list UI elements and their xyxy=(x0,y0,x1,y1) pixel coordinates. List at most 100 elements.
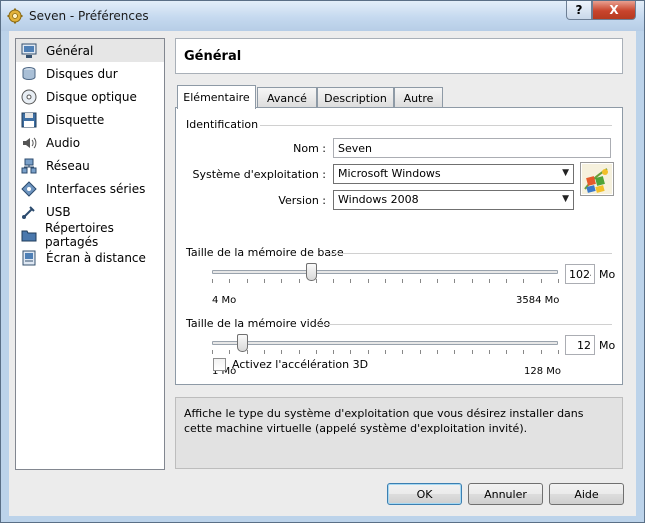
floppy-icon xyxy=(20,111,38,129)
group-divider xyxy=(260,125,612,126)
network-icon xyxy=(20,157,38,175)
sidebar-item-harddisks[interactable]: Disques dur xyxy=(16,62,164,85)
title-bar[interactable]: Seven - Préférences ? X xyxy=(1,1,644,31)
slider-tick xyxy=(315,279,317,283)
identification-group-label: Identification xyxy=(186,118,259,131)
help-button[interactable]: Aide xyxy=(549,483,624,505)
slider-tick xyxy=(523,279,525,283)
sidebar-item-label: Disque optique xyxy=(46,89,137,104)
tab-other[interactable]: Autre xyxy=(394,87,443,108)
slider-tick xyxy=(523,350,525,354)
slider-tick xyxy=(419,350,421,354)
sidebar-item-optical[interactable]: Disque optique xyxy=(16,85,164,108)
page-title: Général xyxy=(175,38,623,74)
version-label: Version : xyxy=(278,194,326,207)
3d-acceleration-checkbox[interactable] xyxy=(213,358,226,371)
slider-tick xyxy=(436,279,438,283)
base-memory-slider-track[interactable] xyxy=(212,270,558,274)
group-divider xyxy=(326,253,612,254)
video-memory-label: Taille de la mémoire vidéo xyxy=(186,317,331,330)
3d-acceleration-label: Activez l'accélération 3D xyxy=(232,358,369,371)
ok-button[interactable]: OK xyxy=(387,483,462,505)
sidebar-item-label: USB xyxy=(46,204,71,219)
slider-tick xyxy=(385,279,386,283)
sidebar-item-label: Écran à distance xyxy=(46,250,146,265)
slider-tick xyxy=(263,279,265,283)
sidebar-item-floppy[interactable]: Disquette xyxy=(16,108,164,131)
slider-tick xyxy=(454,350,456,354)
os-logo-icon xyxy=(580,162,614,196)
close-button[interactable]: X xyxy=(592,1,636,20)
sidebar-item-audio[interactable]: Audio xyxy=(16,131,164,154)
slider-tick xyxy=(315,350,317,354)
dropdown-arrow-icon: ▼ xyxy=(562,194,569,204)
slider-tick xyxy=(488,350,490,354)
tab-basic[interactable]: Elémentaire xyxy=(177,85,256,109)
gear-icon xyxy=(7,8,23,24)
slider-tick xyxy=(281,350,283,354)
remote-display-icon xyxy=(20,249,38,267)
window-title: Seven - Préférences xyxy=(29,9,149,23)
video-memory-field[interactable] xyxy=(565,335,595,355)
slider-tick xyxy=(558,279,559,283)
settings-sidebar: Général Disques dur Disque optique Disqu… xyxy=(15,38,165,470)
folder-icon xyxy=(20,226,37,244)
slider-tick xyxy=(558,350,559,354)
computer-icon xyxy=(20,42,38,60)
sidebar-item-general[interactable]: Général xyxy=(16,39,164,62)
slider-tick xyxy=(212,279,213,283)
slider-tick xyxy=(488,279,490,283)
slider-tick xyxy=(212,350,213,354)
slider-tick xyxy=(419,279,421,283)
help-title-button[interactable]: ? xyxy=(566,1,592,20)
dropdown-arrow-icon: ▼ xyxy=(562,168,569,178)
preferences-window: Seven - Préférences ? X Général Disques … xyxy=(0,0,645,523)
slider-tick xyxy=(298,350,300,354)
base-memory-min: 4 Mo xyxy=(212,295,237,306)
cancel-button[interactable]: Annuler xyxy=(468,483,543,505)
slider-tick xyxy=(540,350,542,354)
version-select[interactable]: Windows 2008 ▼ xyxy=(333,190,574,210)
group-divider xyxy=(316,324,612,325)
cd-icon xyxy=(20,88,38,106)
basic-tab-panel: Identification Nom : Système d'exploitat… xyxy=(175,107,623,385)
dialog-client: Général Disques dur Disque optique Disqu… xyxy=(9,31,636,516)
sidebar-item-serial[interactable]: Interfaces séries xyxy=(16,177,164,200)
harddisk-icon xyxy=(20,65,38,83)
video-memory-unit: Mo xyxy=(599,339,616,352)
sidebar-item-label: Répertoires partagés xyxy=(45,220,114,249)
version-select-value: Windows 2008 xyxy=(338,193,419,206)
sidebar-item-label: Interfaces séries xyxy=(46,181,146,196)
slider-tick xyxy=(436,350,438,354)
name-field[interactable] xyxy=(333,138,611,158)
slider-tick xyxy=(402,350,404,354)
sidebar-item-label: Réseau xyxy=(46,158,90,173)
serial-icon xyxy=(20,180,38,198)
slider-tick xyxy=(281,279,283,283)
sidebar-item-network[interactable]: Réseau xyxy=(16,154,164,177)
slider-tick xyxy=(471,350,473,354)
tab-advanced[interactable]: Avancé xyxy=(257,87,317,108)
usb-icon xyxy=(20,203,38,221)
tab-description[interactable]: Description xyxy=(317,87,394,108)
video-memory-slider-track[interactable] xyxy=(212,341,558,345)
slider-tick xyxy=(540,279,542,283)
slider-tick xyxy=(333,279,335,283)
description-info-box: Affiche le type du système d'exploitatio… xyxy=(175,397,623,469)
base-memory-field[interactable] xyxy=(565,264,595,284)
base-memory-label: Taille de la mémoire de base xyxy=(186,246,344,259)
slider-tick xyxy=(506,350,508,354)
slider-tick xyxy=(246,350,248,354)
os-select[interactable]: Microsoft Windows ▼ xyxy=(333,164,574,184)
base-memory-unit: Mo xyxy=(599,268,616,281)
slider-tick xyxy=(333,350,335,354)
sidebar-item-remote-display[interactable]: Écran à distance xyxy=(16,246,164,269)
close-icon: X xyxy=(609,3,619,17)
slider-tick xyxy=(506,279,508,283)
slider-tick xyxy=(402,279,404,283)
sidebar-item-shared-folders[interactable]: Répertoires partagés xyxy=(16,220,164,249)
speaker-icon xyxy=(20,134,38,152)
slider-tick xyxy=(350,350,352,354)
sidebar-item-label: Disquette xyxy=(46,112,105,127)
sidebar-item-label: Audio xyxy=(46,135,81,150)
